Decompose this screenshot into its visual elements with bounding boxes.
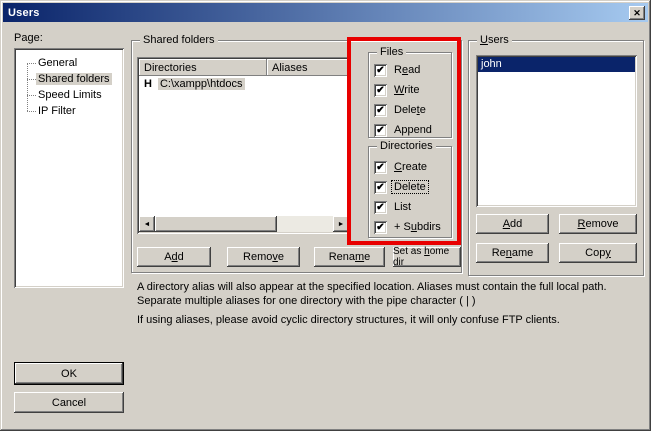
list-label: List bbox=[392, 201, 413, 213]
delete-files-checkbox-row: ✔ Delete bbox=[374, 103, 428, 117]
list-header: Directories Aliases bbox=[139, 59, 349, 76]
subdirs-checkbox-row: ✔ + Subdirs bbox=[374, 220, 443, 234]
users-legend: Users bbox=[477, 34, 512, 47]
tree-item-ip-filter[interactable]: IP Filter bbox=[36, 104, 78, 119]
tree-connector-stub bbox=[27, 63, 36, 64]
delete-files-label: Delete bbox=[392, 104, 428, 116]
cancel-button[interactable]: Cancel bbox=[14, 392, 124, 413]
copy-user-button[interactable]: Copy bbox=[559, 243, 637, 263]
alias-help-paragraph-2: If using aliases, please avoid cyclic di… bbox=[137, 314, 619, 328]
horizontal-scrollbar[interactable]: ◄ ► bbox=[139, 216, 349, 232]
scroll-left-button[interactable]: ◄ bbox=[139, 216, 155, 232]
ok-button[interactable]: OK bbox=[14, 362, 124, 385]
tree-connector-stub bbox=[27, 79, 36, 80]
page-label: Page: bbox=[14, 32, 43, 44]
rename-folder-button[interactable]: Rename bbox=[314, 247, 385, 267]
checkmark-icon: ✔ bbox=[376, 84, 384, 97]
checkmark-icon: ✔ bbox=[376, 104, 384, 117]
scrollbar-thumb[interactable] bbox=[155, 216, 277, 232]
column-header-aliases[interactable]: Aliases bbox=[267, 59, 349, 76]
list-checkbox-row: ✔ List bbox=[374, 200, 413, 214]
write-checkbox-row: ✔ Write bbox=[374, 83, 421, 97]
column-header-directories[interactable]: Directories bbox=[139, 59, 267, 76]
alias-help-paragraph-1: A directory alias will also appear at th… bbox=[137, 281, 619, 308]
write-checkbox[interactable]: ✔ bbox=[374, 84, 387, 97]
tree-connector-stub bbox=[27, 111, 36, 112]
delete-dirs-label: Delete bbox=[392, 181, 428, 193]
checkmark-icon: ✔ bbox=[376, 64, 384, 77]
remove-user-button[interactable]: Remove bbox=[559, 214, 637, 234]
alias-help-text: A directory alias will also appear at th… bbox=[137, 281, 619, 328]
read-checkbox[interactable]: ✔ bbox=[374, 64, 387, 77]
list-checkbox[interactable]: ✔ bbox=[374, 201, 387, 214]
checkmark-icon: ✔ bbox=[376, 124, 384, 137]
window-title: Users bbox=[8, 7, 40, 19]
write-label: Write bbox=[392, 84, 421, 96]
set-home-dir-button[interactable]: Set as home dir bbox=[393, 247, 461, 267]
directories-legend: Directories bbox=[377, 140, 436, 153]
delete-files-checkbox[interactable]: ✔ bbox=[374, 104, 387, 117]
create-checkbox-row: ✔ Create bbox=[374, 160, 429, 174]
close-icon: ✕ bbox=[633, 9, 641, 18]
tree-connector-line bbox=[27, 63, 28, 111]
append-checkbox[interactable]: ✔ bbox=[374, 124, 387, 137]
directories-list[interactable]: Directories Aliases H C:\xampp\htdocs ◄ … bbox=[137, 57, 351, 234]
create-checkbox[interactable]: ✔ bbox=[374, 161, 387, 174]
tree-item-speed-limits[interactable]: Speed Limits bbox=[36, 88, 104, 103]
tree-connector-stub bbox=[27, 95, 36, 96]
tree-item-shared-folders[interactable]: Shared folders bbox=[36, 72, 112, 87]
directory-path: C:\xampp\htdocs bbox=[158, 78, 245, 90]
page-tree[interactable]: General Shared folders Speed Limits IP F… bbox=[14, 48, 124, 288]
checkmark-icon: ✔ bbox=[376, 161, 384, 174]
users-dialog: Users ✕ Page: General Shared folders Spe… bbox=[0, 0, 651, 431]
read-checkbox-row: ✔ Read bbox=[374, 63, 422, 77]
rename-user-button[interactable]: Rename bbox=[476, 243, 549, 263]
subdirs-label: + Subdirs bbox=[392, 221, 443, 233]
scroll-left-icon: ◄ bbox=[144, 221, 151, 228]
read-label: Read bbox=[392, 64, 422, 76]
titlebar[interactable]: Users bbox=[3, 3, 648, 22]
add-folder-button[interactable]: Add bbox=[137, 247, 211, 267]
checkmark-icon: ✔ bbox=[376, 201, 384, 214]
shared-folders-legend: Shared folders bbox=[140, 34, 218, 47]
create-label: Create bbox=[392, 161, 429, 173]
users-list[interactable]: john bbox=[476, 55, 637, 207]
tree-item-general[interactable]: General bbox=[36, 56, 79, 71]
remove-folder-button[interactable]: Remove bbox=[227, 247, 300, 267]
checkmark-icon: ✔ bbox=[376, 221, 384, 234]
directory-row[interactable]: H C:\xampp\htdocs bbox=[139, 76, 349, 92]
checkmark-icon: ✔ bbox=[376, 181, 384, 194]
files-legend: Files bbox=[377, 46, 406, 59]
append-label: Append bbox=[392, 124, 434, 136]
delete-dirs-checkbox[interactable]: ✔ bbox=[374, 181, 387, 194]
home-flag: H bbox=[144, 78, 152, 90]
user-row-john[interactable]: john bbox=[478, 57, 635, 72]
delete-dirs-checkbox-row: ✔ Delete bbox=[374, 180, 428, 194]
add-user-button[interactable]: Add bbox=[476, 214, 549, 234]
close-button[interactable]: ✕ bbox=[629, 6, 645, 20]
subdirs-checkbox[interactable]: ✔ bbox=[374, 221, 387, 234]
scroll-right-button[interactable]: ► bbox=[333, 216, 349, 232]
append-checkbox-row: ✔ Append bbox=[374, 123, 434, 137]
scroll-right-icon: ► bbox=[338, 221, 345, 228]
